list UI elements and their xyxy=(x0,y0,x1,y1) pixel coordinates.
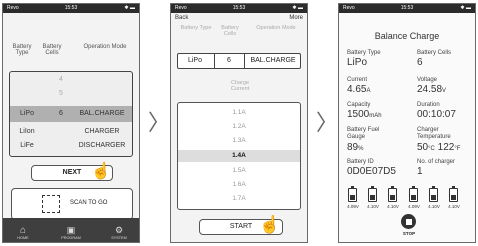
start-button-label: START xyxy=(229,223,253,230)
charger-temp-label: Charger Temperature xyxy=(417,127,451,140)
current-option[interactable]: 1.6A xyxy=(178,181,300,188)
cell-battery-icon xyxy=(429,186,438,202)
battery-status-icon: ✱ ▬ xyxy=(460,5,471,11)
selected-cells: 6 xyxy=(59,110,63,117)
scan-frame-icon xyxy=(42,195,60,213)
cell-voltage: 4.10V xyxy=(428,204,440,209)
header-battery-type: Battery Type xyxy=(12,44,32,56)
phone-screen-current: Revo 15:53 ✱ ▬ Back More Battery Type Ba… xyxy=(170,3,308,243)
status-bar: Revo 15:53 ✱ ▬ xyxy=(3,4,139,13)
duration-value: 00:10:07 xyxy=(417,109,456,120)
page-title: Balance Charge xyxy=(374,31,440,41)
fuel-gauge-label: Battery Fuel Gauge xyxy=(347,127,380,140)
current-option-selected[interactable]: 1.4A xyxy=(178,150,300,162)
scan-to-go-label: SCAN TO GO xyxy=(70,200,108,206)
stop-icon xyxy=(401,214,416,229)
stop-button[interactable]: STOP xyxy=(397,214,421,240)
battery-cells-label: Battery Cells xyxy=(417,50,452,56)
status-bar: Revo 15:53 ✱ ▬ xyxy=(171,4,307,13)
cell-battery-icon xyxy=(368,186,377,202)
selection-summary: LiPo 6 BAL.CHARGE xyxy=(177,53,301,69)
tab-program[interactable]: ▣ PROGRAM xyxy=(51,225,91,240)
battery-id-label: Battery ID xyxy=(347,159,374,165)
capacity-value: 1500mAh xyxy=(347,109,382,120)
scan-to-go-button[interactable]: SCAN TO GO xyxy=(11,188,133,220)
cell-battery-icon xyxy=(348,186,357,202)
cell-battery-icon xyxy=(388,186,397,202)
back-button[interactable]: Back xyxy=(175,15,188,21)
voltage-value: 24.58V xyxy=(417,84,447,95)
selected-mode: BAL.CHARGE xyxy=(79,110,125,117)
flow-arrow-icon: 〉 xyxy=(148,110,171,135)
header-operation-mode: Operation Mode xyxy=(83,44,127,50)
selection-panel: 4 5 LiPo 6 BAL.CHARGE LiIon CHARGER LiFe… xyxy=(9,71,133,157)
tab-home[interactable]: ⌂ HOME xyxy=(3,225,43,240)
current-option[interactable]: 1.3A xyxy=(178,137,300,144)
charger-temp-value: 50°C 122°F xyxy=(417,142,461,153)
more-button[interactable]: More xyxy=(289,15,303,21)
next-button-label: NEXT xyxy=(62,169,82,176)
battery-status-icon: ✱ ▬ xyxy=(292,5,303,11)
current-option[interactable]: 1.2A xyxy=(178,123,300,130)
summary-type: LiPo xyxy=(187,57,202,64)
capacity-label: Capacity xyxy=(347,102,371,108)
cell-battery-icon xyxy=(449,186,458,202)
summary-cells: 6 xyxy=(227,57,231,64)
clock: 15:53 xyxy=(64,5,78,11)
tap-hand-icon: ☝ xyxy=(91,163,111,180)
battery-status-icon: ✱ ▬ xyxy=(124,5,135,11)
cell-battery-icon xyxy=(409,186,418,202)
battery-type-value: LiPo xyxy=(347,57,368,68)
tab-system[interactable]: ⚙ SYSTEM xyxy=(99,225,139,240)
current-option[interactable]: 1.1A xyxy=(178,109,300,116)
gear-icon: ⚙ xyxy=(114,225,124,235)
fuel-gauge-value: 89% xyxy=(347,142,364,153)
duration-label: Duration xyxy=(417,102,440,108)
current-label: Current xyxy=(347,77,368,83)
flow-arrow-icon: 〉 xyxy=(316,110,339,135)
current-value: 4.65A xyxy=(347,84,371,95)
program-icon: ▣ xyxy=(66,225,76,235)
tap-hand-icon: ☝ xyxy=(259,215,281,234)
voltage-label: Voltage xyxy=(417,77,438,83)
cell-voltage: 4.09V xyxy=(408,204,420,209)
phone-screen-select: Revo 15:53 ✱ ▬ Battery Type Battery Cell… xyxy=(2,3,140,243)
charge-current-picker[interactable]: 1.1A 1.2A 1.3A 1.4A 1.5A 1.6A 1.7A xyxy=(177,102,301,210)
battery-cells-value: 6 xyxy=(417,57,423,68)
cell-voltage: 4.09V xyxy=(347,204,359,209)
cell-voltage: 4.10V xyxy=(387,204,399,209)
cell-voltage: 4.10V xyxy=(448,204,460,209)
header-battery-cells: Battery Cells xyxy=(42,44,62,56)
status-bar: Revo 15:53 ✱ ▬ xyxy=(339,4,475,13)
current-option[interactable]: 1.7A xyxy=(178,195,300,202)
home-icon: ⌂ xyxy=(19,225,27,236)
charger-count-value: 1 xyxy=(417,166,423,177)
selected-type: LiPo xyxy=(19,110,34,117)
battery-id-value: 0D0E07D5 xyxy=(347,166,396,177)
current-option[interactable]: 1.5A xyxy=(178,167,300,174)
battery-type-label: Battery Type xyxy=(347,50,381,56)
tab-bar: ⌂ HOME ▣ PROGRAM ⚙ SYSTEM xyxy=(3,218,139,242)
charge-current-label: Charge Current xyxy=(230,80,250,92)
stop-label: STOP xyxy=(402,231,416,236)
cell-voltage: 4.10V xyxy=(367,204,379,209)
charger-count-label: No. of charger xyxy=(417,159,456,165)
selected-row[interactable]: LiPo 6 BAL.CHARGE xyxy=(10,106,132,122)
summary-mode: BAL.CHARGE xyxy=(250,57,296,64)
phone-screen-charging: Revo 15:53 ✱ ▬ Balance Charge Battery Ty… xyxy=(338,3,476,243)
